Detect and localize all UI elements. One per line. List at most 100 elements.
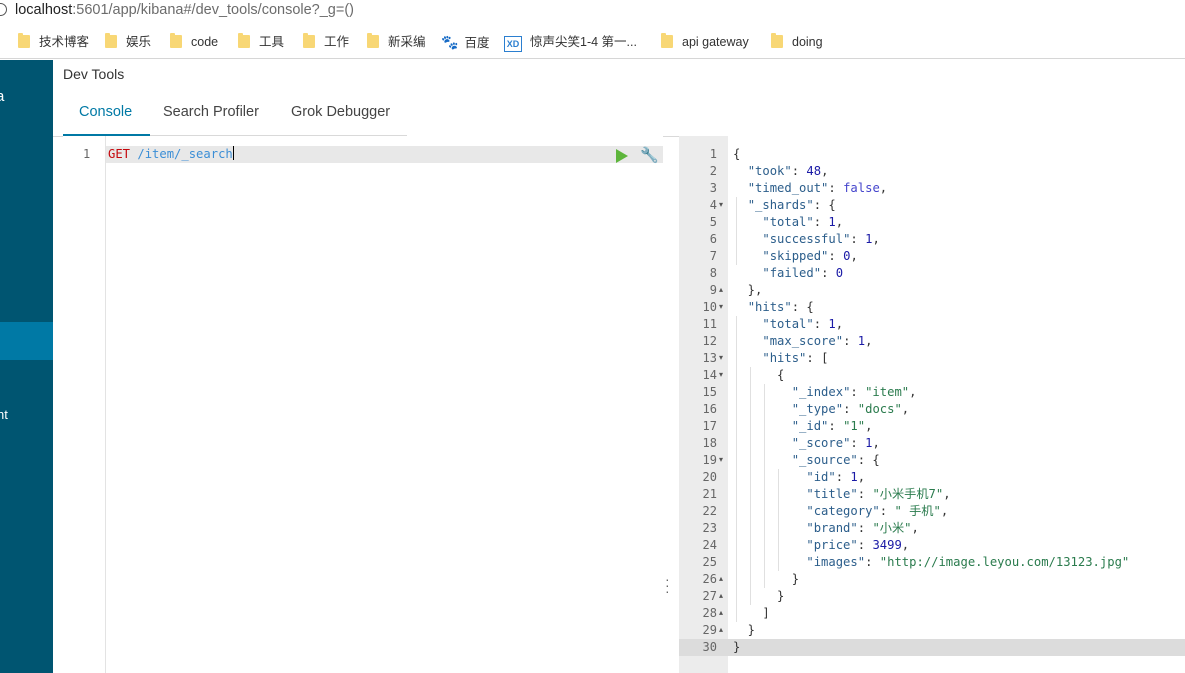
tab-grok-debugger[interactable]: Grok Debugger [291,104,390,120]
line-number: 30 [702,640,717,654]
indent-guide [736,197,737,265]
line-number: 13 [702,351,717,365]
folder-icon [771,33,783,48]
line-number: 16 [702,402,717,416]
response-line: "_source": { [791,453,880,467]
xd-site-icon: XD [504,36,522,52]
line-number: 11 [702,317,717,331]
send-request-icon[interactable] [616,149,628,163]
response-line: "_index": "item", [791,385,917,399]
sidebar-item-label[interactable]: a [0,88,4,105]
response-line: }, [733,283,763,297]
indent-guide [778,469,779,571]
bookmark-item[interactable]: api gateway [661,33,749,51]
line-number: 3 [709,181,717,195]
line-number: 21 [702,487,717,501]
bookmark-item[interactable]: 🐾 百度 [441,33,489,51]
response-line: "successful": 1, [762,232,880,246]
response-line: "brand": "小米", [806,521,919,535]
folder-icon [18,33,30,48]
response-line: "failed": 0 [762,266,844,280]
fold-expand-icon[interactable]: ▴ [719,574,723,583]
fold-expand-icon[interactable]: ▴ [719,591,723,600]
editor-gutter [63,136,106,673]
response-line: "title": "小米手机7", [806,487,951,501]
sidebar-item-dev-tools[interactable] [0,322,53,360]
indent-guide [764,384,765,588]
url-text[interactable]: localhost:5601/app/kibana#/dev_tools/con… [15,0,354,20]
address-bar[interactable]: localhost:5601/app/kibana#/dev_tools/con… [0,0,1185,22]
folder-icon [303,33,315,48]
response-line: "_score": 1, [791,436,880,450]
response-line: "_shards": { [747,198,836,212]
page-title: Dev Tools [63,66,125,82]
line-number: 20 [702,470,717,484]
bookmark-item[interactable]: 工具 [238,33,284,51]
line-number: 18 [702,436,717,450]
tab-search-profiler[interactable]: Search Profiler [163,104,259,120]
fold-collapse-icon[interactable]: ▾ [719,353,723,362]
request-line[interactable]: GET /item/_search [108,146,234,163]
request-editor[interactable]: 1 GET /item/_search 🔧 [63,136,663,673]
line-number: 23 [702,521,717,535]
bookmark-item[interactable]: 新采编 [367,33,426,51]
bookmark-item[interactable]: code [170,33,218,51]
bookmark-item[interactable]: 工作 [303,33,349,51]
response-line: "timed_out": false, [747,181,888,195]
line-number: 6 [709,232,717,246]
bookmark-item[interactable]: 技术博客 [18,33,89,51]
response-line: { [733,368,785,382]
line-number: 22 [702,504,717,518]
line-number: 9 [709,283,717,297]
response-line: "price": 3499, [806,538,910,552]
response-line: "total": 1, [762,317,844,331]
line-number: 8 [709,266,717,280]
fold-expand-icon[interactable]: ▴ [719,285,723,294]
dev-tools-header: Dev Tools Console Search Profiler Grok D… [53,60,1185,137]
tab-console[interactable]: Console [79,104,132,120]
fold-collapse-icon[interactable]: ▾ [719,302,723,311]
kibana-sidebar: a nt [0,60,53,673]
bookmarks-bar: 技术博客 娱乐 code 工具 工作 新采编 🐾 百度 XD 惊声尖笑1-4 第一.… [0,26,1185,59]
page-info-icon[interactable] [0,3,7,16]
response-line: } [733,640,741,654]
line-number: 29 [702,623,717,637]
folder-icon [105,33,117,48]
line-number: 7 [709,249,717,263]
line-number: 2 [709,164,717,178]
response-line: { [733,147,741,161]
response-line: } [733,572,800,586]
pane-resize-handle[interactable]: · · · [665,572,673,598]
fold-collapse-icon[interactable]: ▾ [719,370,723,379]
line-number: 4 [709,198,717,212]
sidebar-item-label[interactable]: nt [0,407,8,422]
wrench-icon[interactable]: 🔧 [640,146,659,164]
response-viewer[interactable]: 1{2 "took": 48, 3 "timed_out": false, 4 ▾ "… [679,136,1185,673]
bookmark-item[interactable]: doing [771,33,823,51]
fold-collapse-icon[interactable]: ▾ [719,200,723,209]
response-line: ] [733,606,770,620]
line-number: 15 [702,385,717,399]
line-number: 24 [702,538,717,552]
fold-expand-icon[interactable]: ▴ [719,625,723,634]
response-line: } [733,623,756,637]
line-number: 17 [702,419,717,433]
line-number: 26 [702,572,717,586]
bookmark-item[interactable]: 娱乐 [105,33,151,51]
bookmark-item[interactable]: XD 惊声尖笑1-4 第一... [504,33,637,52]
line-number: 1 [83,147,91,161]
fold-collapse-icon[interactable]: ▾ [719,455,723,464]
response-line: "hits": { [747,300,814,314]
line-number: 1 [709,147,717,161]
indent-guide [736,316,737,622]
response-line: "id": 1, [806,470,866,484]
response-line: "_type": "docs", [791,402,910,416]
request-path: /item/_search [137,147,233,161]
fold-expand-icon[interactable]: ▴ [719,608,723,617]
line-number: 25 [702,555,717,569]
folder-icon [661,33,673,48]
response-line: "max_score": 1, [762,334,873,348]
line-number: 12 [702,334,717,348]
indent-guide [750,367,751,605]
line-number: 14 [702,368,717,382]
